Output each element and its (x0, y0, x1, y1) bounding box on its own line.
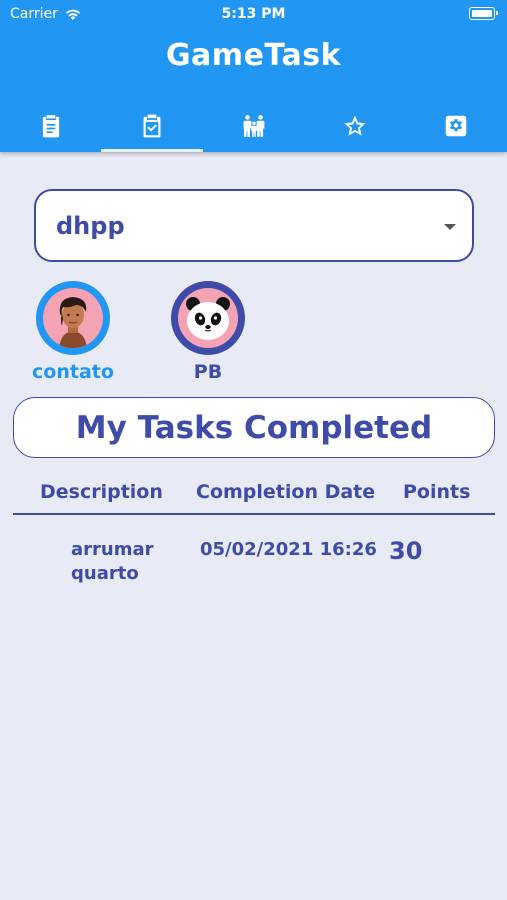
star-icon (344, 115, 366, 136)
member-pb[interactable]: PB (158, 281, 258, 383)
task-points: 30 (389, 537, 423, 565)
group-select-value: dhpp (56, 211, 125, 240)
tab-rewards[interactable] (304, 100, 405, 152)
avatar (178, 288, 238, 348)
member-name: contato (32, 361, 114, 383)
panda-avatar-icon (178, 288, 238, 348)
settings-icon (446, 115, 467, 137)
clipboard-check-icon (143, 114, 161, 138)
column-header-completion-date: Completion Date (196, 481, 376, 503)
tab-completed[interactable] (101, 100, 204, 152)
member-contato[interactable]: contato (23, 281, 123, 383)
group-select[interactable]: dhpp (34, 189, 474, 262)
member-name: PB (193, 361, 223, 383)
clipboard-list-icon (42, 115, 59, 138)
man-avatar-icon (43, 288, 103, 348)
column-header-points: Points (403, 481, 471, 503)
tab-family[interactable] (203, 100, 304, 152)
avatar (43, 288, 103, 348)
chevron-down-icon (444, 224, 456, 230)
app-header: Carrier 5:13 PM GameTask (0, 0, 507, 152)
section-title: My Tasks Completed (13, 397, 495, 458)
family-icon (243, 115, 264, 137)
task-description-line1: arrumar (71, 539, 154, 560)
avatar-ring (36, 281, 110, 355)
status-bar: Carrier 5:13 PM (0, 0, 507, 30)
column-header-description: Description (40, 481, 163, 503)
avatar-ring (171, 281, 245, 355)
battery-icon (469, 7, 498, 20)
app-title: GameTask (165, 38, 342, 73)
table-divider (13, 513, 495, 515)
tab-bar (0, 100, 507, 152)
status-time: 5:13 PM (221, 6, 286, 22)
tab-settings[interactable] (406, 100, 507, 152)
task-completion-date: 05/02/2021 16:26 (200, 539, 377, 560)
task-description-line2: quarto (71, 563, 139, 584)
tab-tasks[interactable] (0, 100, 101, 152)
